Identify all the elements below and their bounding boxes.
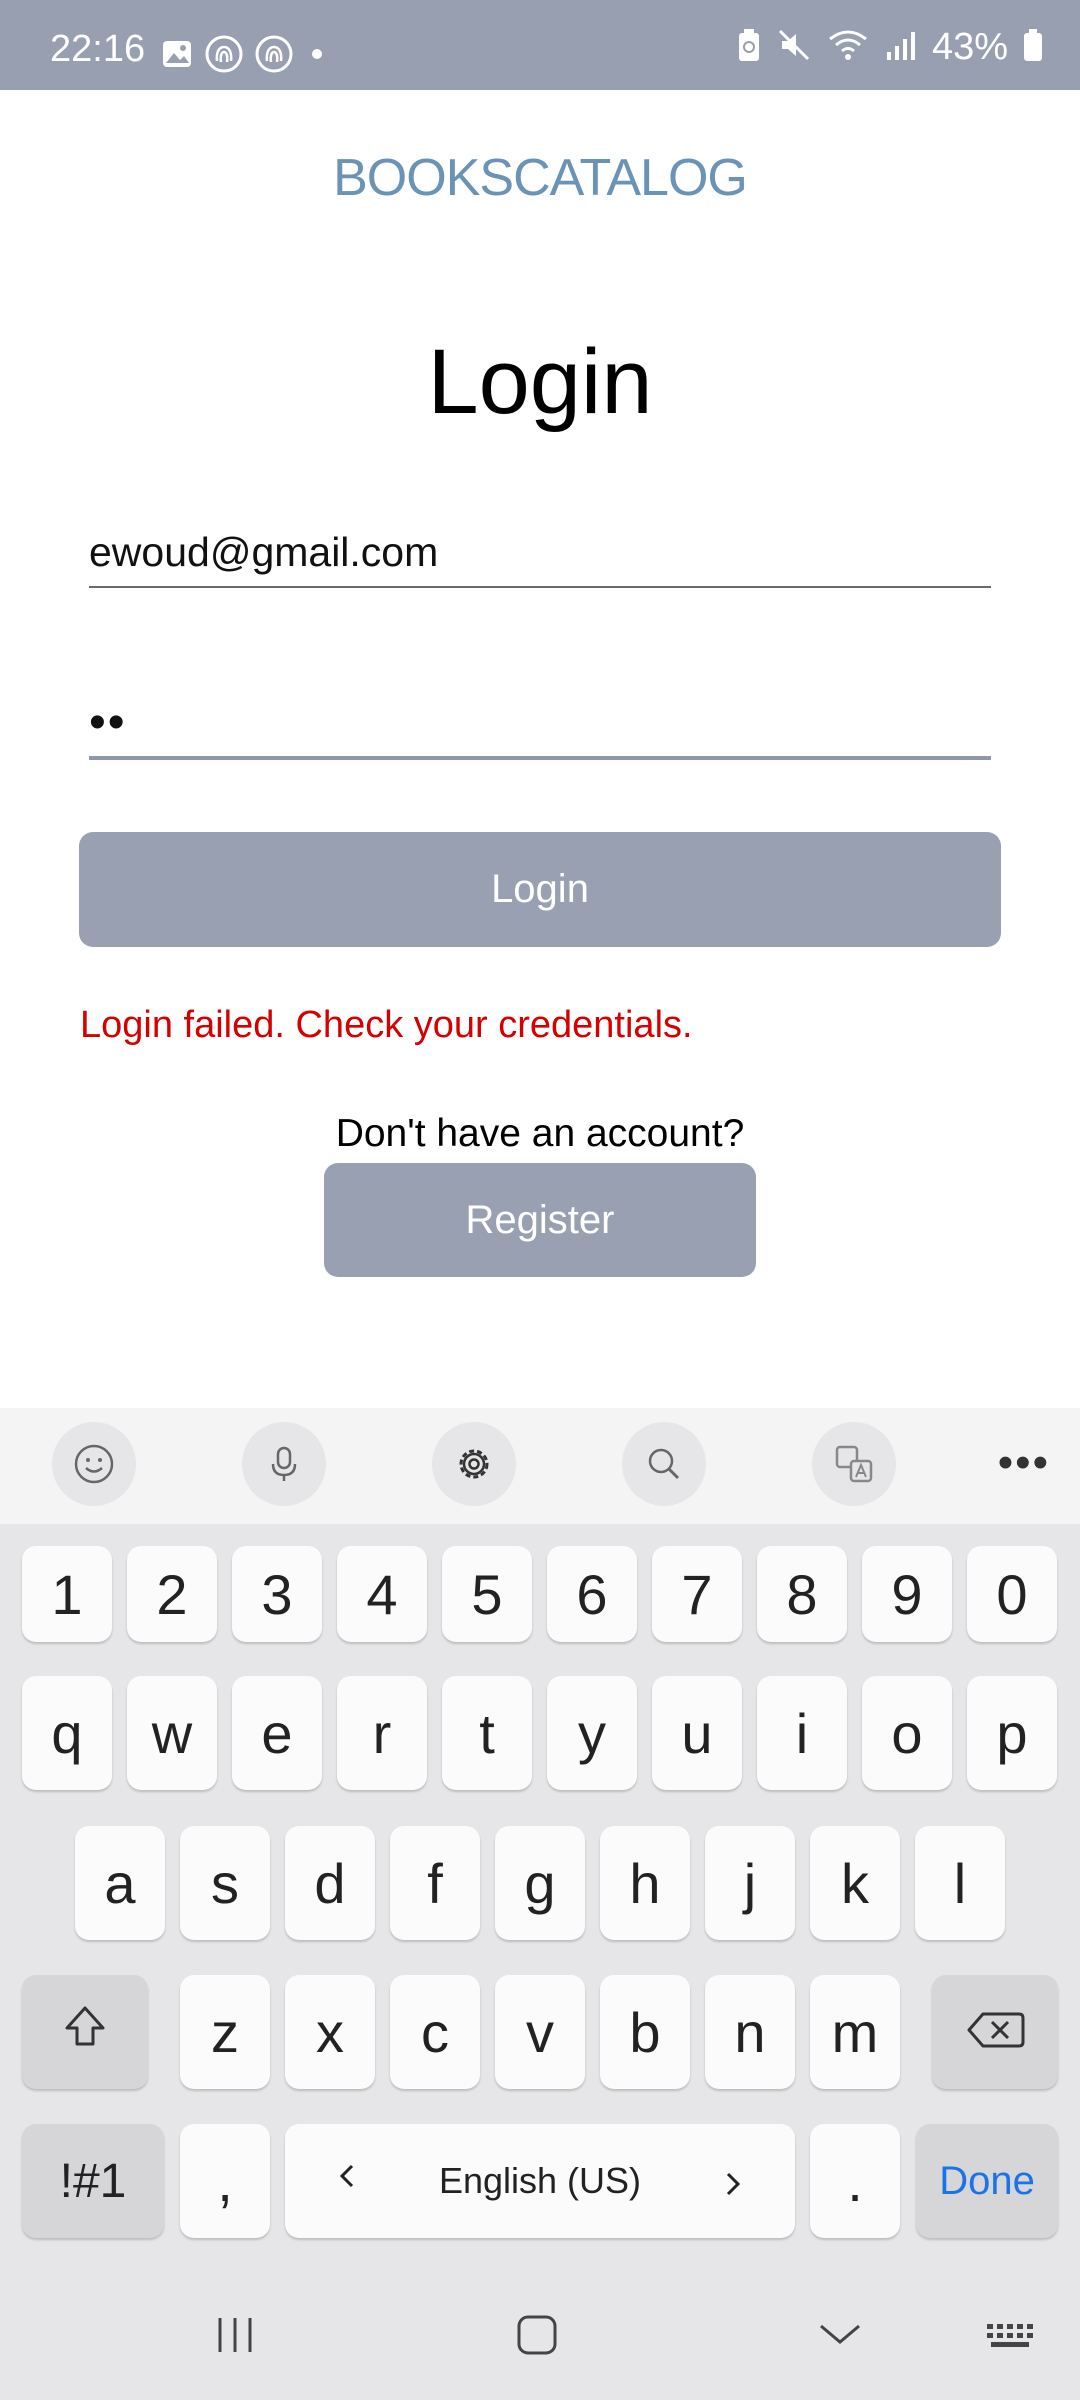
- recents-icon[interactable]: [210, 2310, 260, 2365]
- done-key[interactable]: Done: [916, 2124, 1058, 2238]
- key-l[interactable]: l: [915, 1826, 1005, 1940]
- dot-icon: [304, 41, 330, 72]
- chevron-left-icon: [335, 2154, 359, 2208]
- key-d[interactable]: d: [285, 1826, 375, 1940]
- key-o[interactable]: o: [862, 1676, 952, 1790]
- gallery-icon: [160, 37, 194, 76]
- fingerprint-icon: [254, 34, 294, 79]
- status-bar: 22:16 43%: [0, 0, 1080, 90]
- navigation-bar: [0, 2270, 1080, 2400]
- shift-key[interactable]: [22, 1975, 148, 2089]
- password-value: ••: [89, 696, 127, 749]
- key-1[interactable]: 1: [22, 1546, 112, 1642]
- fingerprint-icon: [204, 34, 244, 79]
- no-account-text: Don't have an account?: [335, 1112, 745, 1155]
- email-value: ewoud@gmail.com: [89, 529, 439, 575]
- key-i[interactable]: i: [757, 1676, 847, 1790]
- page-title: Login: [427, 331, 653, 433]
- key-w[interactable]: w: [127, 1676, 217, 1790]
- mic-icon[interactable]: [242, 1422, 326, 1506]
- key-e[interactable]: e: [232, 1676, 322, 1790]
- space-key-label: English (US): [438, 2160, 642, 2201]
- more-icon[interactable]: •••: [998, 1438, 1050, 1488]
- backspace-key[interactable]: [932, 1975, 1058, 2089]
- key-h[interactable]: h: [600, 1826, 690, 1940]
- keyboard: ••• 1 2 3 4 5 6 7 8 9 0 q w e r t y u i …: [0, 1408, 1080, 2400]
- period-key[interactable]: .: [810, 2124, 900, 2238]
- key-x[interactable]: x: [285, 1975, 375, 2089]
- key-0[interactable]: 0: [967, 1546, 1057, 1642]
- key-3[interactable]: 3: [232, 1546, 322, 1642]
- back-icon[interactable]: [815, 2310, 865, 2365]
- key-c[interactable]: c: [390, 1975, 480, 2089]
- shift-icon: [59, 2000, 111, 2065]
- key-7[interactable]: 7: [652, 1546, 742, 1642]
- key-4[interactable]: 4: [337, 1546, 427, 1642]
- email-field[interactable]: ewoud@gmail.com: [89, 520, 991, 588]
- key-k[interactable]: k: [810, 1826, 900, 1940]
- system-icons: 43%: [736, 26, 1044, 69]
- backspace-icon: [963, 2000, 1027, 2065]
- login-button[interactable]: Login: [79, 832, 1001, 947]
- key-8[interactable]: 8: [757, 1546, 847, 1642]
- key-n[interactable]: n: [705, 1975, 795, 2089]
- key-6[interactable]: 6: [547, 1546, 637, 1642]
- battery-saver-icon: [736, 27, 762, 68]
- key-v[interactable]: v: [495, 1975, 585, 2089]
- key-g[interactable]: g: [495, 1826, 585, 1940]
- key-p[interactable]: p: [967, 1676, 1057, 1790]
- key-9[interactable]: 9: [862, 1546, 952, 1642]
- keyboard-switch-icon[interactable]: [985, 2310, 1037, 2365]
- key-u[interactable]: u: [652, 1676, 742, 1790]
- battery-icon: [1022, 27, 1044, 68]
- translate-icon[interactable]: [812, 1422, 896, 1506]
- comma-key[interactable]: ,: [180, 2124, 270, 2238]
- home-icon[interactable]: [512, 2310, 562, 2365]
- key-s[interactable]: s: [180, 1826, 270, 1940]
- key-m[interactable]: m: [810, 1975, 900, 2089]
- register-button[interactable]: Register: [324, 1163, 756, 1277]
- keyboard-toolbar: •••: [0, 1408, 1080, 1524]
- signal-icon: [884, 28, 918, 67]
- notification-icons: [160, 34, 330, 79]
- key-a[interactable]: a: [75, 1826, 165, 1940]
- battery-level: 43%: [931, 26, 1008, 68]
- chevron-right-icon: [721, 2154, 745, 2219]
- settings-icon[interactable]: [432, 1422, 516, 1506]
- key-f[interactable]: f: [390, 1826, 480, 1940]
- status-time: 22:16: [50, 28, 146, 70]
- key-r[interactable]: r: [337, 1676, 427, 1790]
- password-field[interactable]: ••: [89, 690, 991, 760]
- key-q[interactable]: q: [22, 1676, 112, 1790]
- key-z[interactable]: z: [180, 1975, 270, 2089]
- error-message: Login failed. Check your credentials.: [80, 1004, 693, 1046]
- key-j[interactable]: j: [705, 1826, 795, 1940]
- key-t[interactable]: t: [442, 1676, 532, 1790]
- wifi-icon: [826, 27, 870, 68]
- space-key[interactable]: English (US): [285, 2124, 795, 2238]
- key-2[interactable]: 2: [127, 1546, 217, 1642]
- key-b[interactable]: b: [600, 1975, 690, 2089]
- mute-icon: [776, 27, 812, 68]
- key-y[interactable]: y: [547, 1676, 637, 1790]
- key-5[interactable]: 5: [442, 1546, 532, 1642]
- app-title: BOOKSCATALOG: [333, 149, 748, 207]
- search-icon[interactable]: [622, 1422, 706, 1506]
- symbols-key[interactable]: !#1: [22, 2124, 164, 2238]
- emoji-icon[interactable]: [52, 1422, 136, 1506]
